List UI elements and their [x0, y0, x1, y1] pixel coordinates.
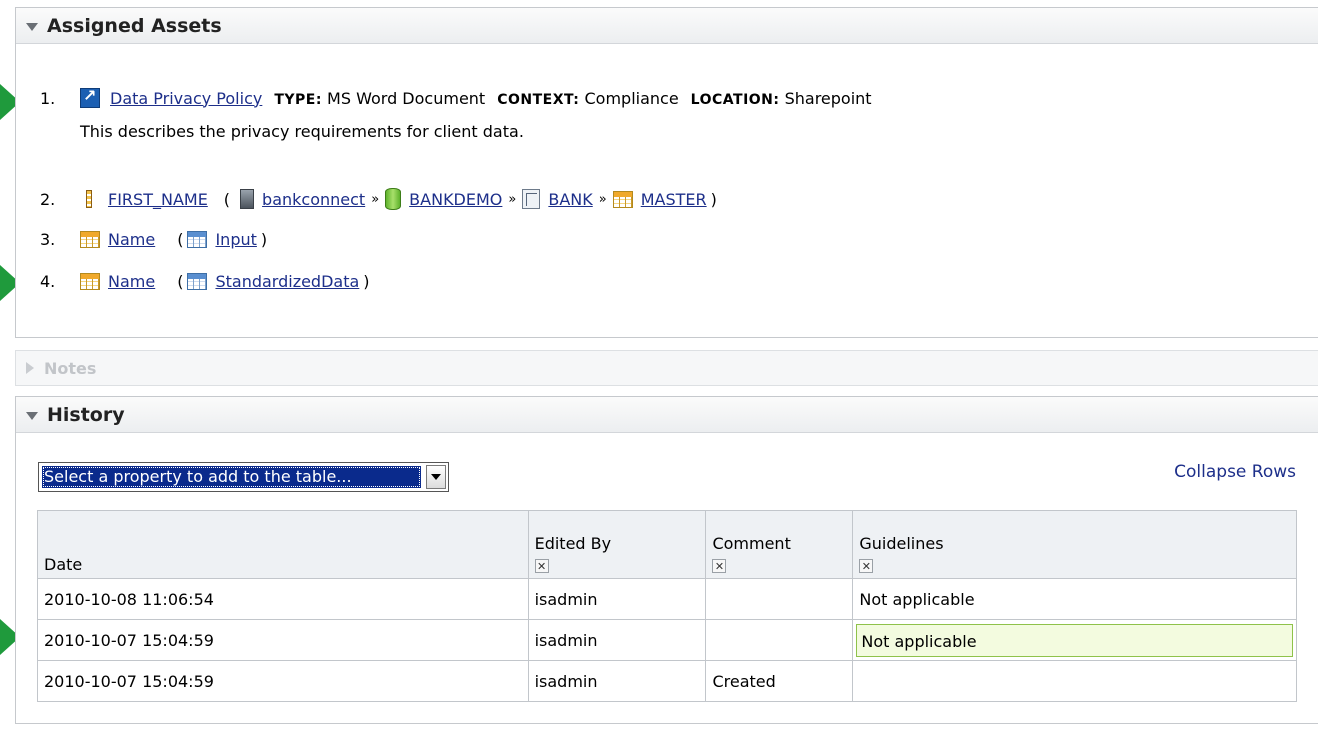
- paren-open: (: [177, 272, 184, 291]
- remove-column-icon[interactable]: ✕: [534, 559, 549, 573]
- asset-item-3: 3. Name ( Input ): [40, 230, 267, 249]
- panel-title: Notes: [44, 358, 97, 378]
- property-select[interactable]: Select a property to add to the table...: [38, 462, 449, 492]
- notes-header[interactable]: Notes: [16, 351, 1318, 385]
- notes-panel: Notes: [15, 350, 1318, 386]
- dropdown-arrow-icon[interactable]: [426, 465, 446, 489]
- asset-link-first-name[interactable]: FIRST_NAME: [108, 190, 208, 209]
- asset-type: TYPE: MS Word Document: [274, 88, 486, 108]
- asset-item-4: 4. Name ( StandardizedData ): [40, 272, 370, 291]
- path-link-bankconnect[interactable]: bankconnect: [262, 190, 365, 209]
- path-separator: »: [508, 191, 517, 207]
- cell-edited-by: isadmin: [527, 578, 707, 620]
- table-icon: [80, 273, 100, 290]
- asset-location: LOCATION: Sharepoint: [690, 88, 872, 108]
- cell-date: 2010-10-07 15:04:59: [37, 619, 529, 661]
- column-header-date[interactable]: Date: [37, 510, 529, 579]
- history-table: Date Edited By ✕ Comment ✕ Guidelines ✕ …: [37, 510, 1297, 702]
- data-file-icon: [187, 231, 208, 248]
- property-select-value: Select a property to add to the table...: [42, 466, 421, 488]
- asset-context: CONTEXT: Compliance: [497, 88, 679, 108]
- paren-open: (: [223, 189, 231, 209]
- schema-icon: [522, 189, 541, 209]
- asset-link-name[interactable]: Name: [108, 230, 155, 249]
- path-link-bankdemo[interactable]: BANKDEMO: [409, 190, 502, 209]
- remove-column-icon[interactable]: ✕: [859, 559, 874, 573]
- collapse-triangle-icon[interactable]: [26, 22, 38, 31]
- asset-item-1: 1. Data Privacy Policy TYPE: MS Word Doc…: [40, 86, 872, 108]
- parent-link-input[interactable]: Input: [215, 230, 256, 249]
- cell-comment: [705, 619, 854, 661]
- cell-guidelines[interactable]: Not applicable: [852, 619, 1297, 661]
- collapse-rows-link[interactable]: Collapse Rows: [1174, 462, 1296, 482]
- table-row[interactable]: 2010-10-07 15:04:59 isadmin Not applicab…: [37, 619, 1297, 661]
- path-link-master[interactable]: MASTER: [641, 190, 707, 209]
- parent-link-standardizeddata[interactable]: StandardizedData: [215, 272, 359, 291]
- paren-close: ): [710, 189, 717, 209]
- column-header-edited-by[interactable]: Edited By ✕: [527, 510, 707, 579]
- paren-close: ): [260, 230, 268, 249]
- external-link-icon[interactable]: [80, 86, 100, 108]
- cell-date: 2010-10-08 11:06:54: [37, 578, 529, 620]
- column-icon: [86, 190, 92, 208]
- cell-comment: Created: [705, 660, 854, 702]
- cell-comment: [705, 578, 854, 620]
- data-file-icon: [187, 273, 208, 290]
- path-link-bank[interactable]: BANK: [548, 190, 592, 209]
- assigned-assets-header[interactable]: Assigned Assets: [16, 8, 1318, 44]
- expand-triangle-icon[interactable]: [26, 362, 34, 374]
- paren-open: (: [177, 230, 184, 249]
- cell-guidelines[interactable]: Not applicable: [852, 578, 1297, 620]
- asset-link-data-privacy-policy[interactable]: Data Privacy Policy: [110, 89, 262, 108]
- column-header-comment[interactable]: Comment ✕: [705, 510, 854, 579]
- table-icon: [612, 190, 633, 208]
- collapse-triangle-icon[interactable]: [26, 411, 38, 420]
- column-header-guidelines[interactable]: Guidelines ✕: [852, 510, 1297, 579]
- item-number: 3.: [40, 230, 56, 249]
- history-header[interactable]: History: [16, 397, 1318, 433]
- guidelines-edit-field[interactable]: Not applicable: [856, 623, 1293, 657]
- cell-guidelines[interactable]: [852, 660, 1297, 702]
- table-row[interactable]: 2010-10-07 15:04:59 isadmin Created: [37, 660, 1297, 702]
- database-icon: [385, 188, 402, 210]
- panel-title: History: [47, 403, 125, 426]
- cell-edited-by: isadmin: [527, 619, 707, 661]
- asset-description: This describes the privacy requirements …: [80, 122, 524, 141]
- cell-edited-by: isadmin: [527, 660, 707, 702]
- panel-title: Assigned Assets: [47, 14, 222, 37]
- item-number: 1.: [40, 88, 56, 108]
- asset-link-name[interactable]: Name: [108, 272, 155, 291]
- path-separator: »: [371, 191, 380, 207]
- table-row[interactable]: 2010-10-08 11:06:54 isadmin Not applicab…: [37, 578, 1297, 620]
- path-separator: »: [598, 191, 607, 207]
- cell-date: 2010-10-07 15:04:59: [37, 660, 529, 702]
- item-number: 2.: [40, 189, 56, 209]
- remove-column-icon[interactable]: ✕: [712, 559, 727, 573]
- table-header-row: Date Edited By ✕ Comment ✕ Guidelines ✕: [37, 510, 1297, 579]
- item-number: 4.: [40, 272, 56, 291]
- asset-item-2: 2. FIRST_NAME ( bankconnect » BANKDEMO »…: [40, 188, 717, 210]
- server-icon: [240, 189, 255, 209]
- paren-close: ): [363, 272, 370, 291]
- table-icon: [80, 231, 100, 248]
